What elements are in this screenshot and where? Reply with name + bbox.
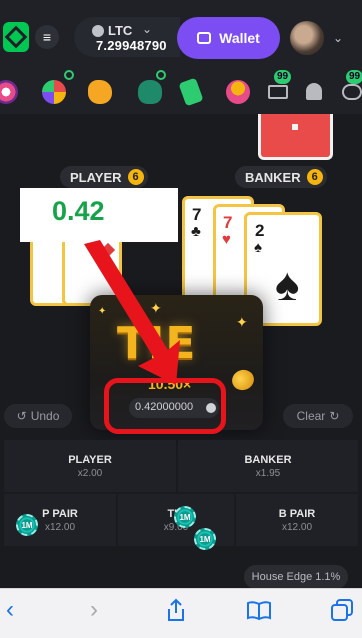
refresh-icon: ↻ [329, 409, 340, 423]
bet-odds: x1.95 [255, 467, 281, 479]
ltc-coin-icon [92, 25, 104, 37]
menu-button[interactable]: ≡ [35, 25, 59, 49]
chip-1m[interactable]: 1M [16, 514, 38, 536]
bet-name: B PAIR [278, 507, 316, 520]
wallet-label: Wallet [219, 30, 260, 46]
club-suit-icon: ♣ [191, 223, 201, 240]
chip-1m[interactable]: 1M [194, 528, 216, 550]
undo-icon: ↺ [16, 409, 27, 423]
bet-odds: x12.00 [44, 521, 76, 533]
bet-name: PLAYER [68, 453, 112, 466]
sparkle-icon: ✦ [236, 314, 248, 330]
notification-dot [156, 70, 166, 80]
share-icon[interactable] [166, 598, 186, 622]
red-highlight-circle [104, 378, 226, 434]
bet-player[interactable]: PLAYER x2.00 [4, 440, 176, 492]
annotation-value: 0.42 [52, 196, 105, 226]
banker-score: 6 [306, 169, 323, 185]
bet-name: P PAIR [42, 507, 78, 520]
undo-label: Undo [30, 409, 60, 423]
piggy-bank-icon[interactable] [88, 80, 112, 104]
clear-button[interactable]: Clear ↻ [283, 404, 353, 428]
deck-card-mark [292, 124, 298, 130]
spade-suit-icon: ♠ [254, 239, 262, 256]
spade-suit-icon: ♠ [275, 258, 300, 310]
forward-icon[interactable]: › [90, 596, 98, 624]
chat-icon[interactable] [342, 84, 362, 100]
mail-icon[interactable] [268, 85, 288, 99]
heart-suit-icon: ♥ [222, 231, 231, 248]
deck-card [258, 114, 333, 160]
bug-icon[interactable] [138, 80, 162, 104]
card-rank: 7 [192, 205, 202, 224]
player-label: PLAYER 6 [60, 166, 148, 188]
bookmarks-icon[interactable] [246, 600, 272, 620]
bet-odds: x2.00 [77, 467, 103, 479]
chevron-down-icon: ⌄ [142, 22, 153, 36]
banker-label-text: BANKER [245, 169, 301, 185]
wallet-button[interactable]: Wallet [177, 17, 280, 59]
trophy-icon[interactable] [226, 80, 250, 104]
player-label-text: PLAYER [70, 169, 122, 185]
clear-label: Clear [296, 409, 326, 423]
spin-wheel-icon[interactable] [42, 80, 66, 104]
house-edge-badge: House Edge 1.1% [244, 565, 348, 589]
player-score: 6 [127, 169, 144, 185]
site-logo[interactable] [3, 22, 29, 52]
wallet-icon [197, 32, 212, 44]
chevron-down-icon[interactable]: ⌄ [333, 31, 343, 45]
avatar[interactable] [290, 21, 324, 55]
mail-badge: 99 [274, 70, 292, 84]
red-arrow-icon [84, 240, 180, 385]
bet-banker-pair[interactable]: B PAIR x12.00 [236, 494, 358, 546]
bet-name: BANKER [244, 453, 292, 466]
back-icon[interactable]: ‹ [6, 596, 14, 624]
card-rank: 7 [223, 213, 233, 232]
bet-banker[interactable]: BANKER x1.95 [178, 440, 358, 492]
banker-label: BANKER 6 [235, 166, 327, 188]
card-rank: 2 [255, 221, 265, 240]
balance-amount: 7.29948790 [96, 38, 167, 53]
bell-icon[interactable] [306, 83, 322, 100]
bet-odds: x12.00 [281, 521, 313, 533]
chat-badge: 99 [346, 70, 362, 84]
currency-name: LTC [108, 23, 133, 38]
undo-button[interactable]: ↺ Undo [4, 404, 72, 428]
notification-dot [64, 70, 74, 80]
chip-1m[interactable]: 1M [174, 506, 196, 528]
tabs-icon[interactable] [330, 598, 354, 622]
